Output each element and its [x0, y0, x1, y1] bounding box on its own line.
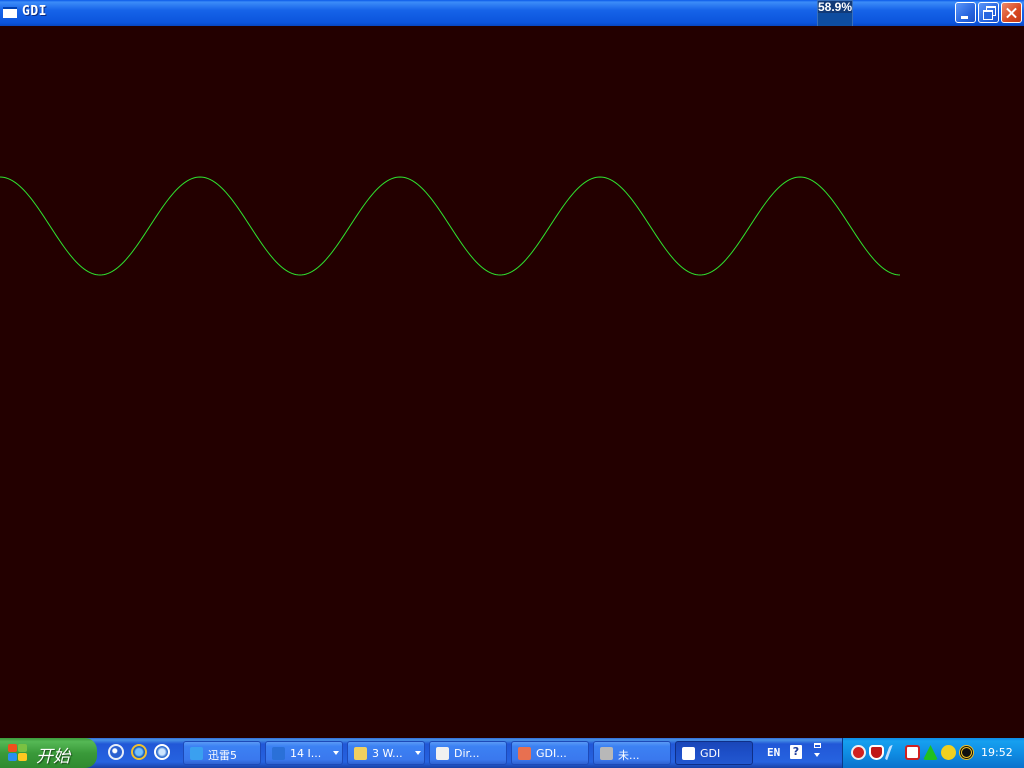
network-icon[interactable] [959, 745, 974, 760]
language-indicator[interactable]: EN [767, 746, 780, 759]
taskbar-task-label: GDI [700, 747, 721, 760]
start-button[interactable]: 开始 [0, 738, 97, 768]
ie-icon[interactable] [131, 744, 147, 760]
help-icon[interactable]: ? [790, 745, 802, 759]
restore-button[interactable] [978, 2, 999, 23]
start-label: 开始 [36, 747, 70, 767]
taskbar-task-button[interactable]: Dir... [429, 741, 507, 765]
taskbar-task-label: Dir... [454, 747, 480, 760]
close-button[interactable] [1001, 2, 1022, 23]
folder-icon [354, 747, 367, 760]
window-title: GDI [22, 4, 47, 19]
restore-icon-front [983, 10, 993, 20]
thunder-icon [190, 747, 203, 760]
lightning-icon[interactable] [884, 745, 900, 760]
chevron-down-icon [415, 751, 421, 755]
system-tray: 19:52 [842, 738, 1024, 768]
help-doc-icon [436, 747, 449, 760]
sine-wave-plot [0, 176, 901, 276]
paint-icon [518, 747, 531, 760]
taskbar-task-label: 迅雷5 [208, 749, 237, 762]
taskbar-task-button[interactable]: 迅雷5 [183, 741, 261, 765]
green-triangle-icon[interactable] [923, 745, 938, 760]
title-bar[interactable]: GDI 58.9% [0, 0, 1024, 32]
qq-icon[interactable] [941, 745, 956, 760]
app-icon [600, 747, 613, 760]
input-toolbar-restore-icon[interactable] [813, 743, 823, 761]
taskbar-task-button[interactable]: GDI... [511, 741, 589, 765]
drawing-canvas[interactable] [0, 26, 1024, 738]
antivirus-icon[interactable] [851, 745, 866, 760]
taskbar-task-label: 3 W... [372, 747, 403, 760]
chevron-down-icon [333, 751, 339, 755]
ie-icon [272, 747, 285, 760]
app-red-icon[interactable] [905, 745, 920, 760]
shield-icon[interactable] [869, 745, 884, 760]
taskbar-task-button[interactable]: GDI [675, 741, 753, 765]
minimize-icon [961, 16, 968, 19]
taskbar-task-label: 14 I... [290, 747, 322, 760]
taskbar-task-button[interactable]: 14 I... [265, 741, 343, 765]
cpu-meter-label: 58.9% [818, 0, 853, 14]
taskbar-task-label: 未... [618, 749, 640, 762]
window-icon [682, 747, 695, 760]
taskbar: 开始 迅雷5 14 I... 3 W... Dir... GDI... 未... GDI E… [0, 738, 1024, 768]
taskbar-task-label: GDI... [536, 747, 567, 760]
clock: 19:52 [981, 746, 1013, 759]
taskbar-task-button[interactable]: 3 W... [347, 741, 425, 765]
ie-alt-icon[interactable] [154, 744, 170, 760]
media-player-icon[interactable] [108, 744, 124, 760]
minimize-button[interactable] [955, 2, 976, 23]
sine-wave [0, 176, 901, 276]
windows-logo-icon [8, 744, 28, 762]
window-icon[interactable] [3, 7, 17, 18]
taskbar-task-button[interactable]: 未... [593, 741, 671, 765]
